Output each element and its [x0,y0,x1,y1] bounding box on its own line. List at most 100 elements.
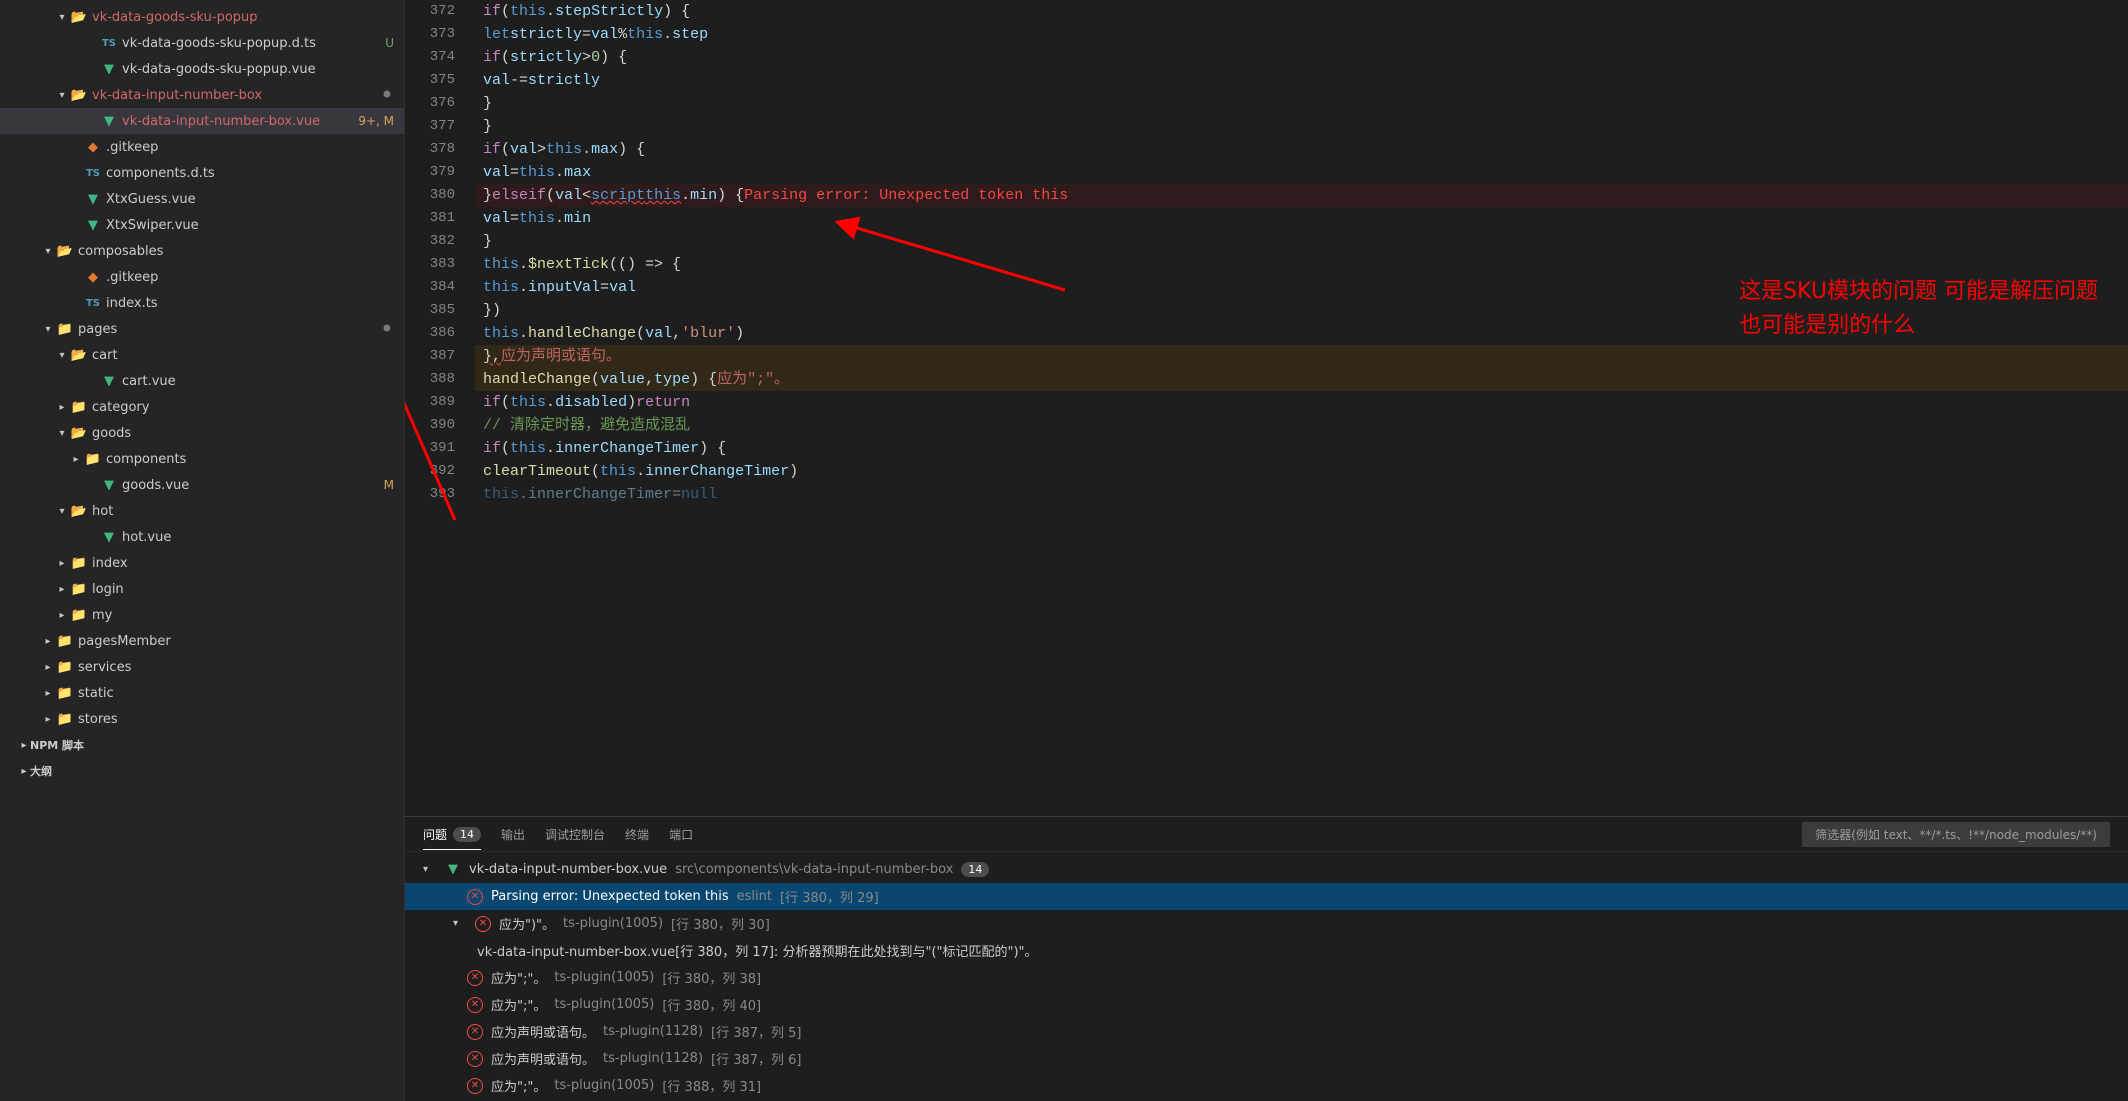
code-line[interactable]: } [475,115,2128,138]
tree-folder[interactable]: ▸📁category [0,394,404,420]
problem-location: [行 380，列 30] [671,914,770,933]
panel-tabs[interactable]: 问题 14 输出 调试控制台 终端 端口 筛选器(例如 text、**/*.ts… [405,817,2128,852]
tree-folder[interactable]: ▾📁pages• [0,316,404,342]
tree-file[interactable]: ▼hot.vue [0,524,404,550]
chevron-icon[interactable]: ▾ [40,324,56,335]
code-line[interactable]: this.inputVal = val [475,276,2128,299]
chevron-icon[interactable]: ▸ [40,688,56,699]
chevron-icon[interactable]: ▸ [68,454,84,465]
tree-file[interactable]: TSindex.ts [0,290,404,316]
tab-terminal[interactable]: 终端 [625,826,649,843]
problems-list[interactable]: ▾▼vk-data-input-number-box.vuesrc\compon… [405,852,2128,1101]
code-line[interactable]: if (this.disabled) return [475,391,2128,414]
tree-folder[interactable]: ▾📂hot [0,498,404,524]
tab-output[interactable]: 输出 [501,826,525,843]
tree-file[interactable]: TScomponents.d.ts [0,160,404,186]
tree-folder[interactable]: ▸📁static [0,680,404,706]
section-label: NPM 脚本 [30,737,84,753]
code-line[interactable]: this.$nextTick(() => { [475,253,2128,276]
chevron-icon[interactable]: ▾ [54,90,70,101]
chevron-icon[interactable]: ▾ [54,506,70,517]
code-line[interactable]: } [475,230,2128,253]
code-line[interactable]: val -= strictly [475,69,2128,92]
chevron-icon[interactable]: ▸ [54,584,70,595]
tree-file[interactable]: ▼vk-data-input-number-box.vue9+, M [0,108,404,134]
chevron-icon[interactable]: ▾ [40,246,56,257]
code-line[interactable]: val = this.min [475,207,2128,230]
problems-panel[interactable]: 问题 14 输出 调试控制台 终端 端口 筛选器(例如 text、**/*.ts… [405,816,2128,1101]
code-line[interactable]: clearTimeout(this.innerChangeTimer) [475,460,2128,483]
problem-row[interactable]: vk-data-input-number-box.vue[行 380，列 17]… [405,937,2128,964]
tree-folder[interactable]: ▾📂vk-data-goods-sku-popup [0,4,404,30]
problem-row[interactable]: ✕应为";"。ts-plugin(1005)[行 388，列 31] [405,1072,2128,1099]
code-line[interactable]: if (this.stepStrictly) { [475,0,2128,23]
chevron-icon[interactable]: ▸ [18,766,30,777]
tree-file[interactable]: ▼cart.vue [0,368,404,394]
code-line[interactable]: if (val > this.max) { [475,138,2128,161]
chevron-icon[interactable]: ▸ [40,636,56,647]
tree-folder[interactable]: ▸📁stores [0,706,404,732]
chevron-icon[interactable]: ▾ [54,350,70,361]
code-line[interactable]: // 清除定时器，避免造成混乱 [475,414,2128,437]
problem-row[interactable]: ✕Parsing error: Unexpected token thisesl… [405,883,2128,910]
problem-row[interactable]: ▾✕应为")"。ts-plugin(1005)[行 380，列 30] [405,910,2128,937]
chevron-icon[interactable]: ▸ [40,714,56,725]
problem-row[interactable]: ✕应为声明或语句。ts-plugin(1128)[行 387，列 6] [405,1045,2128,1072]
tree-folder[interactable]: ▾📂goods [0,420,404,446]
problem-row[interactable]: ✕应为";"。ts-plugin(1005)[行 380，列 40] [405,991,2128,1018]
tree-folder[interactable]: ▸📁my [0,602,404,628]
sidebar-section[interactable]: ▸大纲 [0,758,404,784]
chevron-icon[interactable]: ▸ [54,610,70,621]
problem-row[interactable]: ✕应为";"。ts-plugin(1005)[行 380，列 38] [405,964,2128,991]
code-line[interactable]: if (this.innerChangeTimer) { [475,437,2128,460]
problem-row[interactable]: ✕应为声明或语句。ts-plugin(1128)[行 387，列 5] [405,1018,2128,1045]
tree-file[interactable]: ▼goods.vueM [0,472,404,498]
tab-debug-console[interactable]: 调试控制台 [545,826,605,843]
tree-folder[interactable]: ▸📁index [0,550,404,576]
tree-file[interactable]: ▼XtxGuess.vue [0,186,404,212]
chevron-icon[interactable]: ▸ [54,402,70,413]
folder-icon: 📁 [56,686,74,701]
tree-folder[interactable]: ▸📁services [0,654,404,680]
folder-icon: 📁 [70,400,88,415]
tree-folder[interactable]: ▸📁pagesMember [0,628,404,654]
line-number: 392 [405,460,455,483]
code-line[interactable]: }) [475,299,2128,322]
tab-ports[interactable]: 端口 [669,826,693,843]
chevron-icon[interactable]: ▾ [423,864,437,875]
tree-item-label: vk-data-goods-sku-popup.d.ts [122,36,379,51]
tree-folder[interactable]: ▾📂cart [0,342,404,368]
code-line[interactable]: if (strictly > 0) { [475,46,2128,69]
code-line[interactable]: handleChange(value, type) { 应为";"。 [475,368,2128,391]
code-line[interactable]: this.innerChangeTimer = null [475,483,2128,506]
tree-file[interactable]: ◆.gitkeep [0,134,404,160]
tree-folder[interactable]: ▸📁login [0,576,404,602]
tree-file[interactable]: ▼vk-data-goods-sku-popup.vue [0,56,404,82]
chevron-icon[interactable]: ▾ [54,428,70,439]
tree-folder[interactable]: ▸📁components [0,446,404,472]
file-explorer[interactable]: ▾📂vk-data-goods-sku-popupTSvk-data-goods… [0,0,405,1101]
chevron-icon[interactable]: ▸ [40,662,56,673]
tree-file[interactable]: TSvk-data-goods-sku-popup.d.tsU [0,30,404,56]
tab-problems[interactable]: 问题 14 [423,826,481,850]
code-editor[interactable]: 3723733743753763773783793803813823833843… [405,0,2128,816]
sidebar-section[interactable]: ▸NPM 脚本 [0,732,404,758]
code-line[interactable]: let strictly = val % this.step [475,23,2128,46]
problems-filter-input[interactable]: 筛选器(例如 text、**/*.ts、!**/node_modules/**) [1802,822,2110,847]
problems-file-header[interactable]: ▾▼vk-data-input-number-box.vuesrc\compon… [405,856,2128,883]
chevron-icon[interactable]: ▸ [18,740,30,751]
chevron-icon[interactable]: ▸ [54,558,70,569]
code-line[interactable]: } [475,92,2128,115]
ts-icon: TS [84,168,102,179]
tree-folder[interactable]: ▾📂vk-data-input-number-box• [0,82,404,108]
code-line[interactable]: val = this.max [475,161,2128,184]
code-line[interactable]: } else if (val <script this.min) { Parsi… [475,184,2128,207]
code-line[interactable]: this.handleChange(val, 'blur') [475,322,2128,345]
chevron-icon[interactable]: ▾ [54,12,70,23]
vue-icon: ▼ [84,192,102,207]
tree-file[interactable]: ▼XtxSwiper.vue [0,212,404,238]
tree-file[interactable]: ◆.gitkeep [0,264,404,290]
chevron-icon[interactable]: ▾ [453,918,467,929]
tree-folder[interactable]: ▾📂composables [0,238,404,264]
code-line[interactable]: }, 应为声明或语句。 [475,345,2128,368]
